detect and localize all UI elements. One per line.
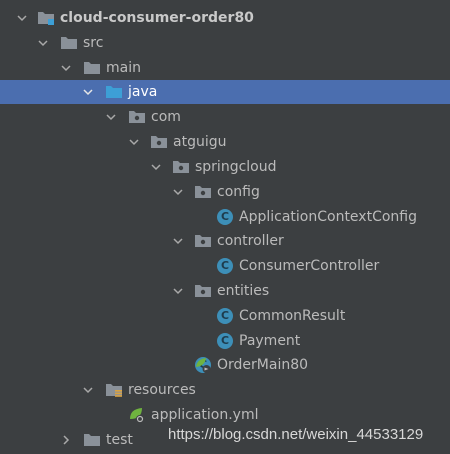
tree-label-order-main80: OrderMain80: [217, 357, 309, 373]
tree-label-resources: resources: [128, 382, 196, 398]
watermark-url: https://blog.csdn.net/weixin_44533129: [168, 426, 424, 443]
chevron-down-icon[interactable]: [172, 186, 184, 198]
chevron-down-icon[interactable]: [37, 37, 49, 49]
class-icon: C: [216, 307, 234, 325]
tree-label-application-yml: application.yml: [151, 407, 259, 423]
tree-label-config: config: [217, 184, 260, 200]
chevron-down-icon[interactable]: [150, 161, 162, 173]
tree-label-com: com: [151, 109, 181, 125]
tree-label-test: test: [106, 432, 133, 448]
tree-row-common-result[interactable]: C CommonResult: [0, 304, 450, 328]
tree-label-consumer-controller: ConsumerController: [239, 258, 380, 274]
chevron-down-icon[interactable]: [82, 384, 94, 396]
folder-icon: [83, 59, 101, 77]
tree-row-order-main80[interactable]: C OrderMain80: [0, 353, 450, 377]
package-icon: [194, 232, 212, 250]
tree-label-src: src: [83, 35, 104, 51]
spring-yml-icon: [128, 406, 146, 424]
tree-row-root[interactable]: cloud-consumer-order80: [0, 6, 450, 30]
tree-row-controller[interactable]: controller: [0, 229, 450, 253]
tree-label-payment: Payment: [239, 333, 301, 349]
tree-row-payment[interactable]: C Payment: [0, 329, 450, 353]
package-icon: [128, 108, 146, 126]
chevron-down-icon[interactable]: [172, 285, 184, 297]
tree-row-config[interactable]: config: [0, 180, 450, 204]
source-root-folder-icon: [105, 83, 123, 101]
class-icon: C: [216, 332, 234, 350]
class-icon: C: [216, 257, 234, 275]
class-icon: C: [216, 208, 234, 226]
tree-label-springcloud: springcloud: [195, 159, 277, 175]
project-tree: cloud-consumer-order80 src main java com…: [0, 0, 450, 454]
tree-label-main: main: [106, 60, 141, 76]
tree-row-src[interactable]: src: [0, 31, 450, 55]
package-icon: [172, 158, 190, 176]
tree-label-controller: controller: [217, 233, 284, 249]
tree-label-application-context-config: ApplicationContextConfig: [239, 209, 417, 225]
tree-label-common-result: CommonResult: [239, 308, 346, 324]
chevron-down-icon[interactable]: [105, 111, 117, 123]
package-icon: [194, 282, 212, 300]
chevron-down-icon[interactable]: [172, 235, 184, 247]
tree-row-springcloud[interactable]: springcloud: [0, 155, 450, 179]
chevron-down-icon[interactable]: [16, 12, 28, 24]
tree-row-java[interactable]: java: [0, 80, 450, 104]
folder-icon: [60, 34, 78, 52]
tree-row-resources[interactable]: resources: [0, 378, 450, 402]
tree-row-atguigu[interactable]: atguigu: [0, 130, 450, 154]
tree-label-root: cloud-consumer-order80: [60, 10, 254, 26]
tree-row-entities[interactable]: entities: [0, 279, 450, 303]
package-icon: [194, 183, 212, 201]
package-icon: [150, 133, 168, 151]
chevron-right-icon[interactable]: [60, 434, 72, 446]
tree-label-entities: entities: [217, 283, 270, 299]
spring-boot-class-icon: C: [194, 356, 212, 374]
chevron-down-icon[interactable]: [128, 136, 140, 148]
tree-row-com[interactable]: com: [0, 105, 450, 129]
module-folder-icon: [37, 9, 55, 27]
tree-row-consumer-controller[interactable]: C ConsumerController: [0, 254, 450, 278]
tree-row-application-yml[interactable]: application.yml: [0, 403, 450, 427]
tree-label-atguigu: atguigu: [173, 134, 227, 150]
tree-row-application-context-config[interactable]: C ApplicationContextConfig: [0, 205, 450, 229]
tree-label-java: java: [128, 84, 158, 100]
tree-row-main[interactable]: main: [0, 56, 450, 80]
chevron-down-icon[interactable]: [60, 62, 72, 74]
folder-icon: [83, 431, 101, 449]
resources-folder-icon: [105, 381, 123, 399]
chevron-down-icon[interactable]: [82, 86, 94, 98]
